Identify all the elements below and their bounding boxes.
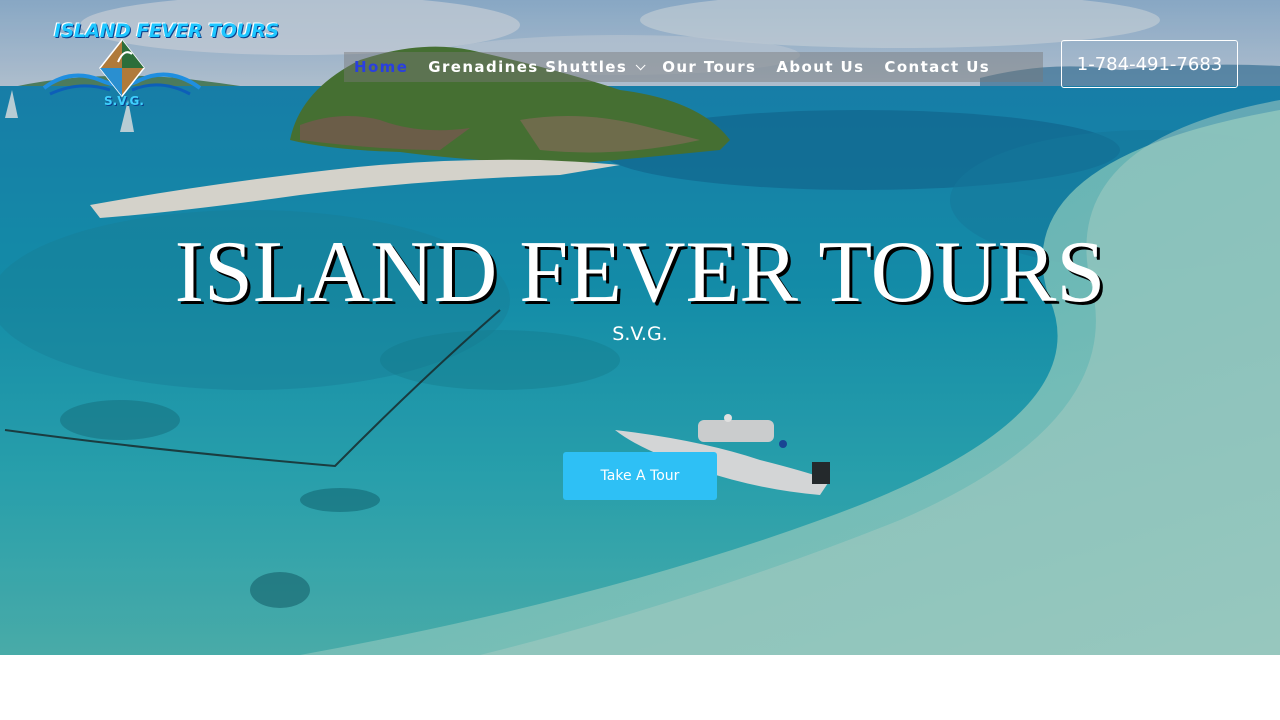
nav-item-label: Home	[354, 58, 409, 76]
nav-item-our-tours[interactable]: Our Tours	[652, 58, 766, 76]
nav-item-contact-us[interactable]: Contact Us	[874, 58, 1000, 76]
main-navigation: Home Grenadines Shuttles Our Tours About…	[344, 52, 1043, 82]
hero-subtitle: S.V.G.	[612, 323, 668, 345]
take-a-tour-button[interactable]: Take A Tour	[563, 452, 717, 500]
site-logo[interactable]: ISLAND FEVER TOURS S.V.G.	[40, 18, 279, 112]
hero-title: ISLAND FEVER TOURS	[174, 224, 1106, 321]
nav-item-label: Contact Us	[884, 58, 991, 76]
nav-item-label: Grenadines Shuttles	[428, 58, 628, 76]
nav-item-label: About Us	[776, 58, 865, 76]
nav-item-label: Our Tours	[662, 58, 757, 76]
logo-subtitle: S.V.G.	[104, 94, 144, 108]
nav-item-about-us[interactable]: About Us	[766, 58, 874, 76]
page-below-hero	[0, 655, 1280, 720]
hero-section: ISLAND FEVER TOURS S.V.G. Home Grenadine…	[0, 0, 1280, 655]
nav-item-home[interactable]: Home	[344, 58, 418, 76]
nav-item-grenadines-shuttles[interactable]: Grenadines Shuttles	[418, 58, 652, 76]
chevron-down-icon	[635, 59, 646, 70]
phone-button[interactable]: 1-784-491-7683	[1061, 40, 1238, 88]
logo-title: ISLAND FEVER TOURS	[54, 20, 279, 42]
